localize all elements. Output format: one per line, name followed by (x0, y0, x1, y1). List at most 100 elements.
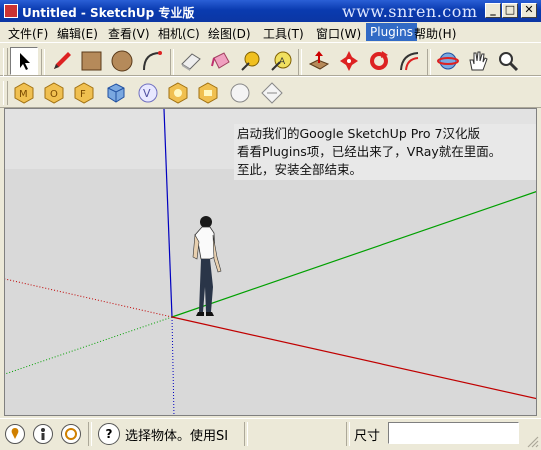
green-axis-negative (5, 316, 173, 375)
minimize-button[interactable]: _ (485, 3, 501, 18)
svg-text:O: O (50, 89, 58, 100)
vray-sphere-button[interactable] (102, 79, 130, 107)
menu-help[interactable]: 帮助(H) (414, 25, 456, 42)
text-icon: A (271, 51, 292, 71)
rectangle-tool-button[interactable] (78, 47, 106, 75)
menu-camera[interactable]: 相机(C) (158, 25, 200, 42)
menu-edit[interactable]: 编辑(E) (57, 25, 98, 42)
rectangle-icon (81, 51, 102, 71)
status-separator (346, 422, 350, 446)
circle-icon (111, 50, 133, 72)
text-tool-button[interactable]: A (267, 47, 295, 75)
measurements-input[interactable] (388, 422, 519, 444)
title-bar: Untitled - SketchUp 专业版 www.snren.com _ … (0, 0, 541, 22)
arc-icon (143, 51, 162, 71)
toolbar-separator (427, 49, 431, 75)
vray-rect-light-button[interactable] (194, 79, 222, 107)
vray-logo-button[interactable]: V (134, 79, 162, 107)
blue-axis-negative (171, 316, 175, 415)
svg-text:M: M (19, 89, 28, 100)
eraser-icon (181, 53, 201, 71)
red-axis-negative (5, 278, 173, 318)
arc-tool-button[interactable] (138, 47, 166, 75)
geo-location-button[interactable] (5, 424, 25, 444)
pencil-icon (54, 52, 71, 69)
menu-plugins[interactable]: Plugins (366, 23, 417, 41)
offset-tool-button[interactable] (395, 47, 423, 75)
menu-draw[interactable]: 绘图(D) (208, 25, 251, 42)
vray-omni-light-button[interactable] (164, 79, 192, 107)
menu-view[interactable]: 查看(V) (108, 25, 150, 42)
vray-options-icon: O (44, 82, 64, 104)
note-line-2: 看看Plugins项，已经出来了，VRay就在里面。 (237, 144, 502, 159)
toolbar-separator (41, 49, 45, 75)
help-icon[interactable]: ? (98, 423, 120, 445)
push-pull-icon (308, 51, 330, 70)
vray-frame-buffer-icon: F (74, 82, 94, 104)
status-message: 选择物体。使用SI (125, 429, 229, 444)
offset-icon (400, 52, 419, 71)
user-icon (65, 428, 77, 440)
toolbar-grip[interactable] (3, 48, 8, 76)
push-pull-tool-button[interactable] (305, 47, 333, 75)
watermark: www.snren.com (342, 2, 478, 21)
vray-omni-light-icon (168, 82, 188, 104)
svg-text:F: F (80, 89, 86, 100)
svg-text:A: A (279, 57, 286, 67)
green-axis (171, 191, 536, 318)
eraser-tool-button[interactable] (177, 47, 205, 75)
menu-window[interactable]: 窗口(W) (316, 25, 361, 42)
pan-tool-button[interactable] (464, 47, 492, 75)
circle-tool-button[interactable] (108, 47, 136, 75)
toolbar-separator (298, 49, 302, 75)
geo-location-icon (11, 428, 19, 439)
resize-grip-icon[interactable] (527, 436, 539, 448)
tape-measure-tool-button[interactable] (237, 47, 265, 75)
credits-icon (41, 428, 45, 440)
orbit-icon (437, 52, 459, 70)
tape-measure-icon (241, 51, 260, 71)
status-separator (88, 422, 92, 446)
select-arrow-icon (20, 53, 30, 70)
vray-options-button[interactable]: O (40, 79, 68, 107)
zoom-icon (499, 52, 519, 72)
model-viewport[interactable]: 启动我们的Google SketchUp Pro 7汉化版 看看Plugins项… (4, 108, 537, 416)
vray-material-button[interactable]: M (10, 79, 38, 107)
vray-white-sphere-icon (230, 83, 250, 103)
vray-logo-icon: V (138, 83, 158, 103)
pan-hand-icon (469, 51, 488, 71)
vray-plane-icon (261, 82, 283, 104)
zoom-tool-button[interactable] (494, 47, 522, 75)
note-line-1: 启动我们的Google SketchUp Pro 7汉化版 (237, 126, 480, 141)
paint-bucket-tool-button[interactable] (207, 47, 235, 75)
vray-toolbar: M O F V (0, 76, 541, 108)
measurements-label: 尺寸 (354, 429, 381, 444)
annotation-note: 启动我们的Google SketchUp Pro 7汉化版 看看Plugins项… (234, 124, 536, 180)
credits-button[interactable] (33, 424, 53, 444)
select-tool-button[interactable] (10, 47, 38, 75)
orbit-tool-button[interactable] (434, 47, 462, 75)
window-title: Untitled - SketchUp 专业版 (22, 6, 195, 20)
main-toolbar: A (0, 42, 541, 76)
menu-bar: 文件(F) 编辑(E) 查看(V) 相机(C) 绘图(D) 工具(T) 窗口(W… (0, 22, 541, 42)
menu-tools[interactable]: 工具(T) (263, 25, 304, 42)
vray-sphere-icon (107, 83, 125, 103)
user-button[interactable] (61, 424, 81, 444)
rotate-icon (370, 51, 388, 70)
move-tool-button[interactable] (335, 47, 363, 75)
rotate-tool-button[interactable] (365, 47, 393, 75)
note-line-3: 至此，安装全部结束。 (237, 162, 363, 177)
red-axis (171, 316, 536, 400)
vray-plane-button[interactable] (258, 79, 286, 107)
pencil-tool-button[interactable] (48, 47, 76, 75)
move-icon (340, 51, 358, 71)
vray-frame-buffer-button[interactable]: F (70, 79, 98, 107)
sketchup-app-icon[interactable] (4, 4, 18, 18)
paint-bucket-icon (211, 52, 230, 69)
maximize-button[interactable]: □ (502, 3, 518, 18)
svg-text:V: V (143, 87, 151, 100)
toolbar-grip[interactable] (3, 81, 8, 105)
vray-white-sphere-button[interactable] (226, 79, 254, 107)
menu-file[interactable]: 文件(F) (8, 25, 48, 42)
close-button[interactable]: ✕ (521, 3, 537, 18)
